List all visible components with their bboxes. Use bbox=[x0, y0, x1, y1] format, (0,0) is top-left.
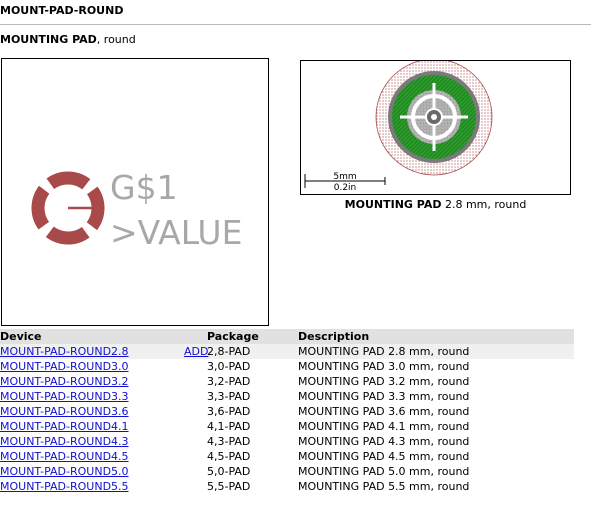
header-package: Package bbox=[207, 330, 259, 343]
description-cell: MOUNTING PAD 3.2 mm, round bbox=[298, 375, 470, 388]
package-cell: 4,5-PAD bbox=[207, 450, 251, 463]
device-link[interactable]: MOUNT-PAD-ROUND3.6 bbox=[0, 405, 129, 418]
table-row[interactable]: MOUNT-PAD-ROUND4.3 4,3-PAD MOUNTING PAD … bbox=[0, 434, 574, 449]
package-cell: 3,6-PAD bbox=[207, 405, 251, 418]
device-link[interactable]: MOUNT-PAD-ROUND3.0 bbox=[0, 360, 129, 373]
mounting-pad-icon bbox=[375, 58, 493, 176]
table-row[interactable]: MOUNT-PAD-ROUND3.3 3,3-PAD MOUNTING PAD … bbox=[0, 389, 574, 404]
symbol-preview: G$1 >VALUE bbox=[1, 58, 269, 326]
package-caption: MOUNTING PAD 2.8 mm, round bbox=[300, 198, 571, 211]
package-cell: 4,3-PAD bbox=[207, 435, 251, 448]
table-row[interactable]: MOUNT-PAD-ROUND4.5 4,5-PAD MOUNTING PAD … bbox=[0, 449, 574, 464]
device-link[interactable]: MOUNT-PAD-ROUND4.3 bbox=[0, 435, 129, 448]
center-dot bbox=[431, 114, 437, 120]
description-cell: MOUNTING PAD 5.5 mm, round bbox=[298, 480, 470, 493]
package-preview: 5mm 0.2in bbox=[300, 58, 571, 195]
table-row[interactable]: MOUNT-PAD-ROUND3.0 3,0-PAD MOUNTING PAD … bbox=[0, 359, 574, 374]
device-link[interactable]: MOUNT-PAD-ROUND4.5 bbox=[0, 450, 129, 463]
table-row[interactable]: MOUNT-PAD-ROUND5.0 5,0-PAD MOUNTING PAD … bbox=[0, 464, 574, 479]
description-cell: MOUNTING PAD 3.3 mm, round bbox=[298, 390, 470, 403]
device-link[interactable]: MOUNT-PAD-ROUND4.1 bbox=[0, 420, 129, 433]
header-description: Description bbox=[298, 330, 370, 343]
device-link[interactable]: MOUNT-PAD-ROUND5.0 bbox=[0, 465, 129, 478]
package-drawing: 5mm 0.2in bbox=[304, 58, 493, 193]
page-subtitle: MOUNTING PAD, round bbox=[0, 33, 136, 46]
table-row[interactable]: MOUNT-PAD-ROUND2.8 ADD 2,8-PAD MOUNTING … bbox=[0, 344, 574, 359]
header-device: Device bbox=[0, 330, 42, 343]
package-cell: 3,2-PAD bbox=[207, 375, 251, 388]
description-cell: MOUNTING PAD 3.0 mm, round bbox=[298, 360, 470, 373]
symbol-name-label: G$1 bbox=[110, 168, 178, 207]
page-title: MOUNT-PAD-ROUND bbox=[0, 4, 124, 17]
device-link[interactable]: MOUNT-PAD-ROUND5.5 bbox=[0, 480, 129, 493]
package-cell: 3,3-PAD bbox=[207, 390, 251, 403]
package-cell: 4,1-PAD bbox=[207, 420, 251, 433]
device-link[interactable]: MOUNT-PAD-ROUND3.2 bbox=[0, 375, 129, 388]
package-caption-bold: MOUNTING PAD bbox=[344, 198, 442, 211]
package-cell: 2,8-PAD bbox=[207, 345, 251, 358]
subtitle-bold: MOUNTING PAD bbox=[0, 33, 97, 46]
device-table: Device Package Description MOUNT-PAD-ROU… bbox=[0, 329, 574, 494]
add-device-link[interactable]: ADD bbox=[184, 345, 208, 358]
subtitle-rest: , round bbox=[96, 33, 136, 46]
description-cell: MOUNTING PAD 5.0 mm, round bbox=[298, 465, 470, 478]
package-caption-rest: 2.8 mm, round bbox=[441, 198, 527, 211]
table-row[interactable]: MOUNT-PAD-ROUND3.6 3,6-PAD MOUNTING PAD … bbox=[0, 404, 574, 419]
description-cell: MOUNTING PAD 4.1 mm, round bbox=[298, 420, 470, 433]
package-cell: 3,0-PAD bbox=[207, 360, 251, 373]
table-row[interactable]: MOUNT-PAD-ROUND3.2 3,2-PAD MOUNTING PAD … bbox=[0, 374, 574, 389]
symbol-pad-icon bbox=[31, 171, 105, 245]
table-header: Device Package Description bbox=[0, 329, 574, 344]
symbol-value-label: >VALUE bbox=[110, 213, 242, 252]
title-divider bbox=[0, 24, 591, 25]
scale-top-label: 5mm bbox=[333, 172, 356, 182]
scale-bottom-label: 0.2in bbox=[334, 183, 357, 193]
description-cell: MOUNTING PAD 3.6 mm, round bbox=[298, 405, 470, 418]
description-cell: MOUNTING PAD 2.8 mm, round bbox=[298, 345, 470, 358]
symbol-drawing: G$1 >VALUE bbox=[31, 168, 242, 252]
description-cell: MOUNTING PAD 4.3 mm, round bbox=[298, 435, 470, 448]
package-cell: 5,0-PAD bbox=[207, 465, 251, 478]
device-link[interactable]: MOUNT-PAD-ROUND2.8 bbox=[0, 345, 129, 358]
package-cell: 5,5-PAD bbox=[207, 480, 251, 493]
table-row[interactable]: MOUNT-PAD-ROUND5.5 5,5-PAD MOUNTING PAD … bbox=[0, 479, 574, 494]
description-cell: MOUNTING PAD 4.5 mm, round bbox=[298, 450, 470, 463]
device-link[interactable]: MOUNT-PAD-ROUND3.3 bbox=[0, 390, 129, 403]
table-row[interactable]: MOUNT-PAD-ROUND4.1 4,1-PAD MOUNTING PAD … bbox=[0, 419, 574, 434]
scale-bar: 5mm 0.2in bbox=[304, 172, 386, 193]
